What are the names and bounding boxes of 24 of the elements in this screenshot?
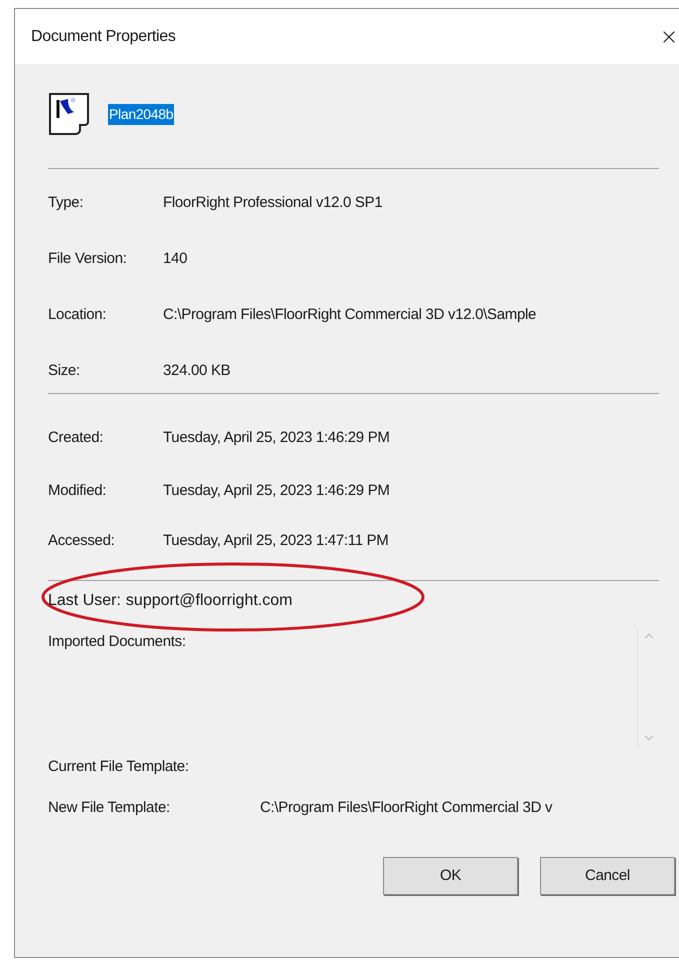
- field-value: Tuesday, April 25, 2023 1:46:29 PM: [163, 428, 390, 448]
- field-label: Accessed:: [48, 530, 116, 551]
- field-value: 140: [163, 248, 188, 269]
- dialog-button[interactable]: OK: [383, 857, 518, 895]
- field-value: Tuesday, April 25, 2023 1:46:29 PM: [163, 480, 390, 501]
- field-label: Location:: [48, 304, 108, 325]
- imported-documents-label: Imported Documents:: [48, 632, 187, 652]
- field-label: Type:: [48, 192, 84, 213]
- field-label: Size:: [48, 360, 81, 381]
- field-label: Current File Template:: [48, 756, 190, 777]
- field-label: File Version:: [48, 248, 128, 269]
- field-value: FloorRight Professional v12.0 SP1: [163, 192, 382, 213]
- field-value: C:\Program Files\FloorRight Commercial 3D v12.0\Sample: [163, 304, 536, 325]
- field-value: 324.00 KB: [163, 360, 230, 381]
- last-user-label: Last User:: [48, 591, 121, 611]
- document-name[interactable]: Plan2048b: [108, 104, 174, 124]
- field-label: New File Template:: [48, 798, 171, 818]
- last-user-value: support@floorright.com: [126, 591, 292, 611]
- dialog-button[interactable]: Cancel: [540, 857, 675, 895]
- window-title: Document Properties: [31, 26, 176, 46]
- field-label: Created:: [48, 428, 104, 448]
- field-label: Modified:: [48, 480, 108, 501]
- field-value: Tuesday, April 25, 2023 1:47:11 PM: [163, 530, 389, 551]
- field-value: C:\Program Files\FloorRight Commercial 3D v: [260, 798, 552, 818]
